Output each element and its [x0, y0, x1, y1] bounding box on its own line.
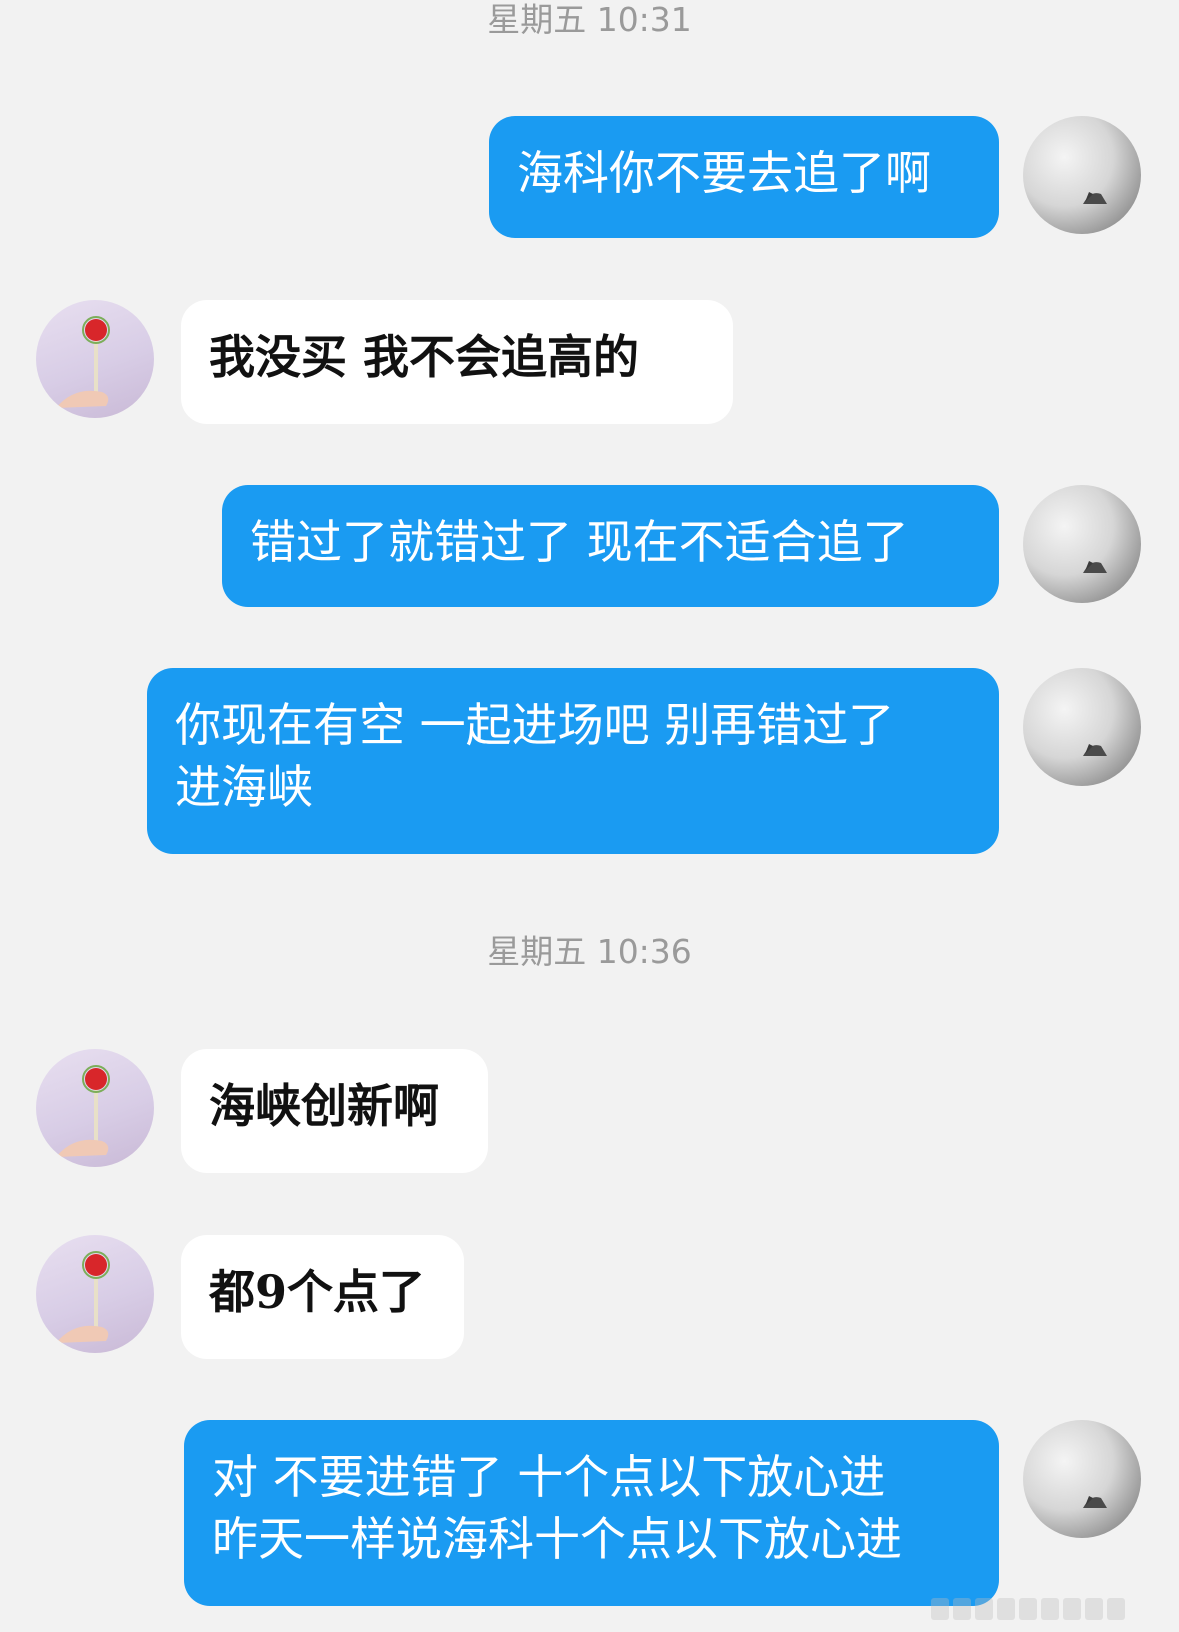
- self-avatar-icon[interactable]: [1023, 1420, 1141, 1538]
- message-bubble-received[interactable]: 我没买 我不会追高的: [181, 300, 733, 424]
- message-bubble-received[interactable]: 都9个点了: [181, 1235, 464, 1359]
- message-bubble-sent[interactable]: 对 不要进错了 十个点以下放心进 昨天一样说海科十个点以下放心进: [184, 1420, 999, 1606]
- self-avatar-icon[interactable]: [1023, 485, 1141, 603]
- chat-thread: 星期五 10:31 海科你不要去追了啊 我没买 我不会追高的 错过了就错过了 现…: [0, 0, 1179, 1632]
- message-bubble-sent[interactable]: 你现在有空 一起进场吧 别再错过了 进海峡: [147, 668, 999, 854]
- timestamp: 星期五 10:36: [487, 932, 692, 971]
- timestamp: 星期五 10:31: [487, 0, 692, 39]
- message-bubble-sent[interactable]: 海科你不要去追了啊: [489, 116, 999, 238]
- self-avatar-icon[interactable]: [1023, 668, 1141, 786]
- message-bubble-received[interactable]: 海峡创新啊: [181, 1049, 488, 1173]
- other-avatar-icon[interactable]: [36, 300, 154, 418]
- self-avatar-icon[interactable]: [1023, 116, 1141, 234]
- other-avatar-icon[interactable]: [36, 1049, 154, 1167]
- other-avatar-icon[interactable]: [36, 1235, 154, 1353]
- watermark-logo: [931, 1598, 1171, 1628]
- message-bubble-sent[interactable]: 错过了就错过了 现在不适合追了: [222, 485, 999, 607]
